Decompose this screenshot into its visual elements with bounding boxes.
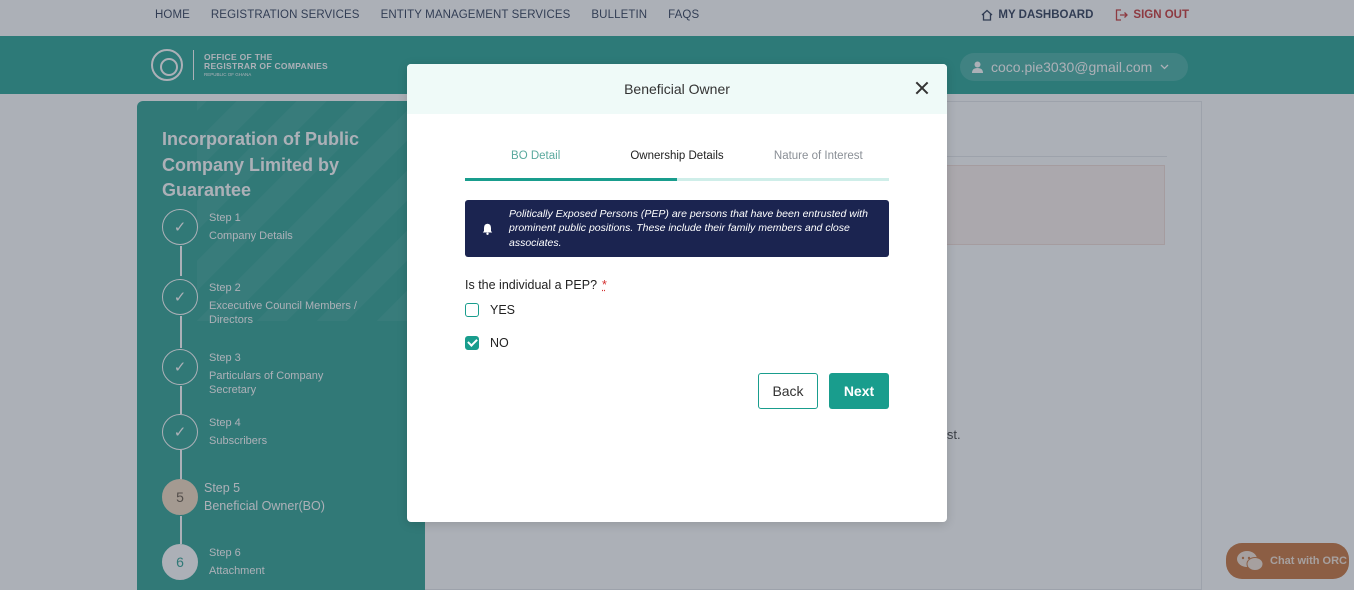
tab-progress-bar bbox=[465, 178, 889, 181]
tab-ownership-details[interactable]: Ownership Details bbox=[606, 150, 747, 176]
pep-option-yes[interactable]: YES bbox=[465, 303, 515, 317]
pep-notice: Politically Exposed Persons (PEP) are pe… bbox=[465, 200, 889, 257]
tab-nature-of-interest[interactable]: Nature of Interest bbox=[748, 150, 889, 176]
close-icon[interactable] bbox=[915, 81, 929, 95]
pep-question-label: Is the individual a PEP? bbox=[465, 278, 598, 292]
beneficial-owner-modal: Beneficial Owner BO Detail Ownership Det… bbox=[407, 64, 947, 522]
bell-icon bbox=[465, 223, 509, 235]
modal-header: Beneficial Owner bbox=[407, 64, 947, 114]
required-marker: * bbox=[602, 278, 607, 292]
modal-tabs: BO Detail Ownership Details Nature of In… bbox=[465, 150, 889, 176]
next-button[interactable]: Next bbox=[829, 373, 889, 409]
no-label: NO bbox=[490, 336, 509, 350]
back-button[interactable]: Back bbox=[758, 373, 818, 409]
pep-question: Is the individual a PEP? * bbox=[465, 278, 607, 292]
pep-notice-text: Politically Exposed Persons (PEP) are pe… bbox=[509, 207, 868, 249]
tab-progress-fill bbox=[465, 178, 677, 181]
pep-option-no[interactable]: NO bbox=[465, 336, 509, 350]
yes-label: YES bbox=[490, 303, 516, 317]
yes-checkbox[interactable] bbox=[465, 303, 479, 317]
tab-bo-detail[interactable]: BO Detail bbox=[465, 150, 606, 176]
no-checkbox[interactable] bbox=[465, 336, 479, 350]
modal-title: Beneficial Owner bbox=[624, 81, 730, 97]
